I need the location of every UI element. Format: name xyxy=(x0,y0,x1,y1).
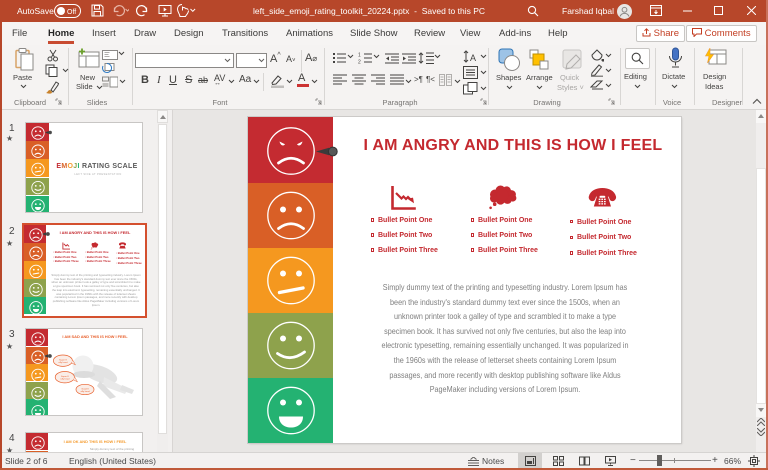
svg-text:Super 8: Super 8 xyxy=(59,359,67,362)
svg-text:2: 2 xyxy=(358,60,361,65)
svg-text:silly head: silly head xyxy=(80,391,90,393)
svg-text:Off: Off xyxy=(67,9,76,16)
svg-text:Super 8: Super 8 xyxy=(61,375,69,378)
svg-text:silly head: silly head xyxy=(58,362,68,364)
svg-text:A: A xyxy=(470,53,476,63)
svg-text:silly head: silly head xyxy=(60,379,70,381)
svg-text:1: 1 xyxy=(358,53,361,59)
